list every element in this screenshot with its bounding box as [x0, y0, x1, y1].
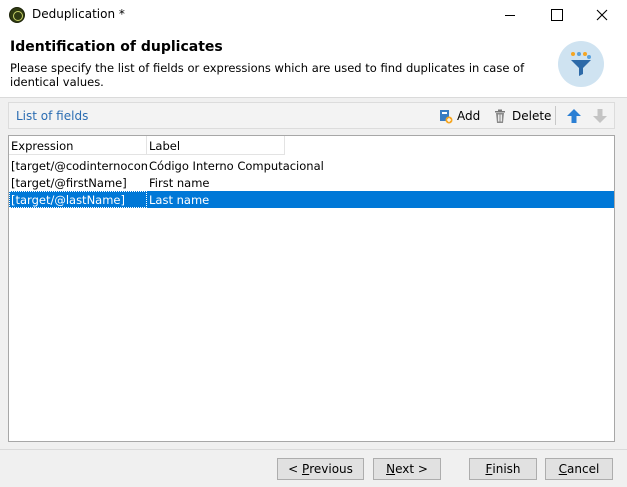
minimize-button[interactable]: [487, 0, 533, 30]
table-row-selected[interactable]: [target/@lastName] Last name: [9, 191, 614, 208]
next-accel: N: [386, 462, 396, 476]
wizard-header: Identification of duplicates Please spec…: [0, 30, 627, 98]
footer-divider: [0, 449, 627, 450]
cancel-accel: C: [558, 462, 568, 476]
cancel-button[interactable]: Cancel: [545, 458, 613, 480]
title-bar: Deduplication *: [0, 0, 627, 30]
page-description: Please specify the list of fields or exp…: [10, 61, 525, 89]
arrow-down-icon: [593, 108, 607, 123]
trash-icon: [495, 109, 505, 123]
previous-rest: revious: [309, 462, 353, 476]
move-up-button[interactable]: [566, 103, 582, 128]
finish-rest: inish: [492, 462, 521, 476]
table-row[interactable]: [target/@codinternocom... Código Interno…: [9, 157, 614, 174]
cancel-rest: ancel: [567, 462, 600, 476]
close-icon: [596, 9, 608, 21]
previous-accel: P: [301, 462, 310, 476]
finish-button[interactable]: Finish: [469, 458, 537, 480]
maximize-button[interactable]: [533, 0, 579, 30]
add-label: Add: [457, 108, 481, 123]
column-header-label[interactable]: Label: [147, 136, 285, 155]
cell-label: Código Interno Computacional: [149, 159, 324, 173]
delete-button[interactable]: Delete: [492, 103, 551, 128]
funnel-icon: [558, 41, 604, 87]
previous-prefix: <: [288, 462, 302, 476]
finish-accel: F: [485, 462, 493, 476]
column-header-expression[interactable]: Expression: [9, 136, 147, 155]
list-of-fields-link[interactable]: List of fields: [16, 109, 88, 123]
fields-grid[interactable]: Expression Label [target/@codinternocom.…: [8, 135, 615, 442]
add-icon: [440, 109, 453, 123]
fields-toolbar: List of fields Add Delete: [8, 102, 615, 129]
move-down-button[interactable]: [592, 103, 608, 128]
close-button[interactable]: [579, 0, 625, 30]
grid-header: Expression Label: [9, 136, 614, 155]
arrow-up-icon: [567, 108, 581, 123]
next-rest: ext >: [395, 462, 428, 476]
app-icon: [9, 7, 25, 23]
cell-label: Last name: [149, 193, 210, 207]
table-row[interactable]: [target/@firstName] First name: [9, 174, 614, 191]
page-title: Identification of duplicates: [10, 39, 223, 55]
add-button[interactable]: Add: [437, 103, 480, 128]
cell-expression: [target/@firstName]: [11, 176, 127, 190]
cell-label: First name: [149, 176, 210, 190]
delete-label: Delete: [512, 108, 552, 123]
next-button[interactable]: Next >: [373, 458, 441, 480]
window-title: Deduplication *: [32, 7, 125, 21]
previous-button[interactable]: < Previous: [277, 458, 364, 480]
cell-expression: [target/@codinternocom...: [11, 159, 147, 173]
cell-expression: [target/@lastName]: [9, 191, 147, 208]
toolbar-separator: [555, 106, 556, 125]
